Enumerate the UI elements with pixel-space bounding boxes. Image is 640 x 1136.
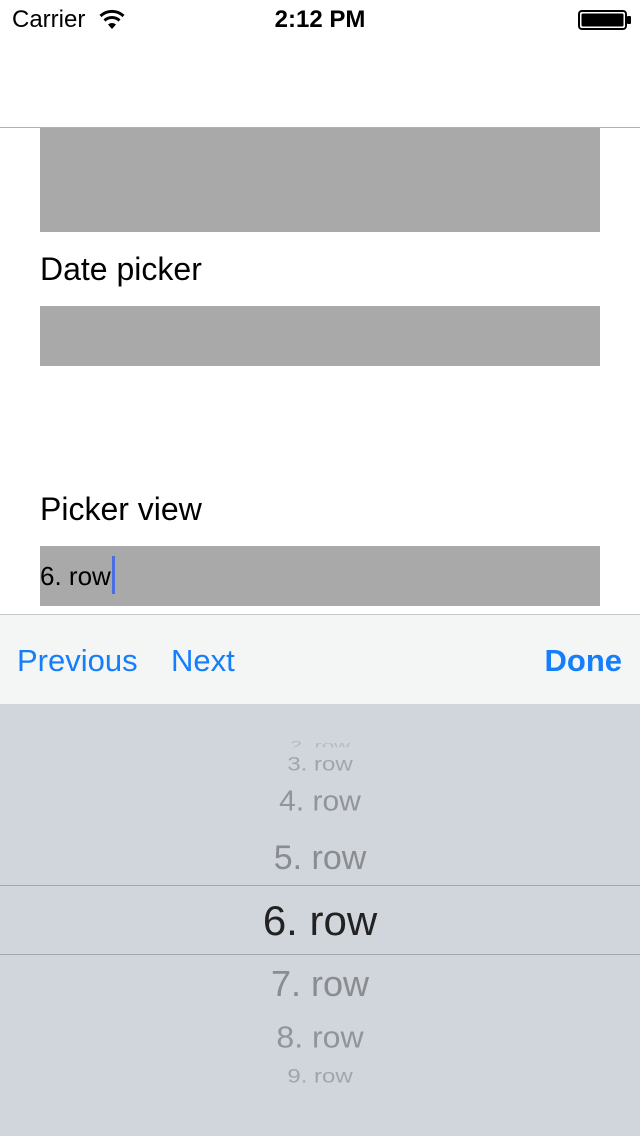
status-bar: Carrier 2:12 PM (0, 0, 640, 40)
selection-indicator-bottom (0, 954, 640, 955)
top-input-field[interactable] (40, 128, 600, 232)
date-picker-field[interactable] (40, 306, 600, 366)
picker-row[interactable]: 8. row (0, 1019, 640, 1055)
next-button[interactable]: Next (171, 643, 235, 679)
picker-row[interactable]: 7. row (0, 963, 640, 1005)
input-accessory-toolbar: Previous Next Done (0, 614, 640, 704)
picker-row[interactable]: 9. row (0, 1066, 640, 1088)
previous-button[interactable]: Previous (17, 643, 138, 679)
picker-row-selected[interactable]: 6. row (0, 897, 640, 945)
picker-wheel[interactable]: 2. row 3. row 4. row 5. row 6. row 7. ro… (0, 704, 640, 1136)
done-button[interactable]: Done (545, 643, 623, 679)
status-clock: 2:12 PM (274, 6, 366, 33)
picker-row[interactable]: 3. row (0, 754, 640, 775)
picker-view-field-value: 6. row (40, 556, 115, 595)
picker-view-label: Picker view (40, 491, 202, 527)
date-picker-label: Date picker (40, 251, 202, 287)
picker-row[interactable]: 4. row (0, 785, 640, 819)
battery-icon (578, 10, 631, 30)
picker-view-field[interactable]: 6. row (40, 546, 600, 606)
picker-row[interactable]: 2. row (0, 741, 640, 748)
picker-row[interactable]: 5. row (0, 838, 640, 878)
selection-indicator-top (0, 885, 640, 886)
text-caret (111, 556, 115, 595)
picker-view-field-text: 6. row (40, 561, 111, 591)
navigation-bar (0, 40, 640, 128)
